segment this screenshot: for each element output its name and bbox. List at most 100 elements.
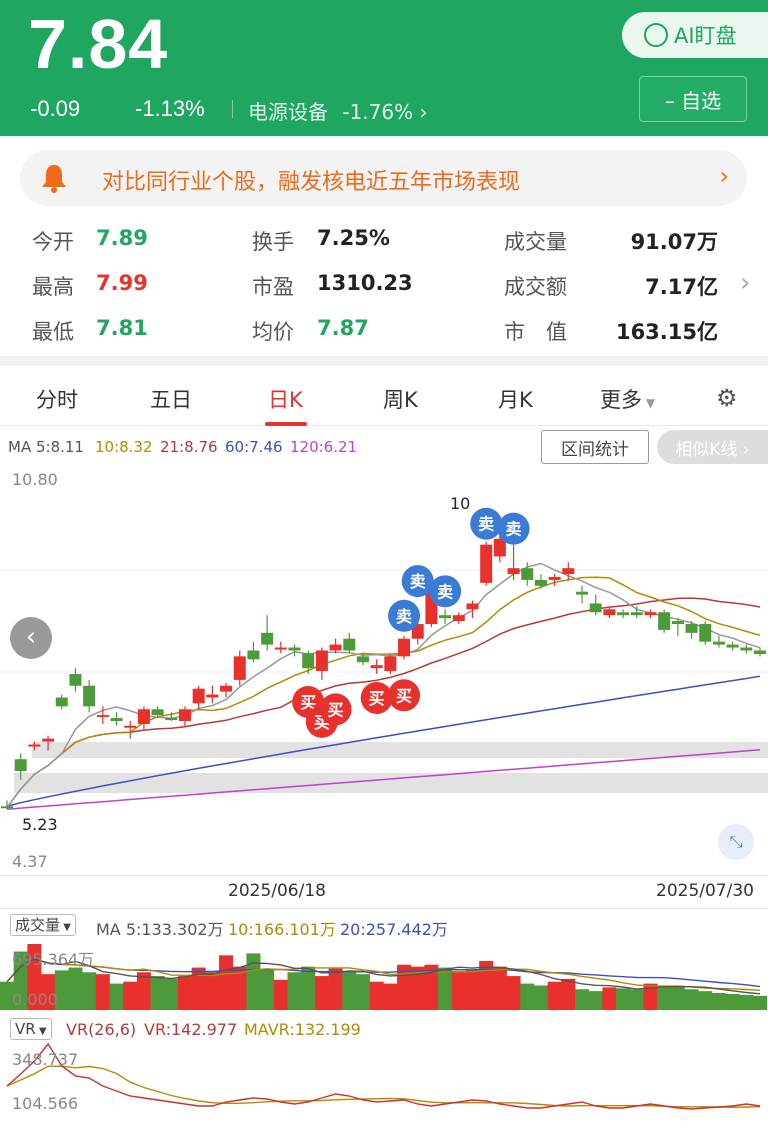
candle — [534, 579, 547, 586]
mavr-value: MAVR:132.199 — [244, 1020, 361, 1039]
ma120-legend: 120:6.21 — [290, 438, 358, 456]
volume-bar — [629, 989, 644, 1010]
volume-bar — [355, 974, 370, 1010]
candle — [261, 632, 274, 645]
tab-daily-k[interactable]: 日K — [268, 384, 303, 414]
caret-down-icon: ▼ — [642, 396, 656, 410]
sell-marker: 卖 — [506, 520, 522, 539]
volume-bar — [739, 994, 754, 1010]
candle — [548, 576, 561, 580]
tab-monthly-k[interactable]: 月K — [498, 384, 533, 414]
tab-more[interactable]: 更多 ▼ — [600, 384, 655, 414]
volume-bar — [287, 972, 302, 1010]
market-cap-label: 市 值 — [504, 320, 567, 344]
ma5-legend: MA 5:8.11 — [8, 438, 84, 456]
chevron-left-icon[interactable]: ‹ — [10, 617, 52, 659]
ai-chart-icon — [644, 23, 668, 47]
volume-bar — [588, 991, 603, 1010]
volume-bar — [123, 981, 138, 1010]
low-value: 7.81 — [96, 316, 148, 340]
avg-value: 7.87 — [317, 316, 369, 340]
candlestick-chart[interactable]: 买买买买 买卖卖卖卖卖 — [0, 466, 768, 874]
high-value: 7.99 — [96, 271, 148, 295]
candle — [315, 650, 328, 672]
candle — [466, 603, 479, 610]
ai-monitor-label: AI盯盘 — [674, 24, 737, 48]
y-axis-min: 4.37 — [12, 852, 48, 871]
candle — [55, 697, 68, 707]
bell-icon — [42, 165, 66, 193]
candle — [192, 688, 205, 704]
fullscreen-icon[interactable]: ⤡ — [718, 824, 754, 860]
volume-selector[interactable]: 成交量 ▼ — [10, 914, 76, 936]
candle — [165, 718, 178, 721]
chevron-right-icon[interactable]: › — [740, 268, 750, 298]
volume-bar — [684, 989, 699, 1010]
vr-selector[interactable]: VR ▼ — [10, 1018, 52, 1040]
candle — [370, 665, 383, 669]
pe-label: 市盈 — [252, 275, 294, 299]
vr-y-min: 104.566 — [12, 1094, 79, 1113]
volume-bar — [711, 993, 726, 1010]
price-change: -0.09 — [30, 96, 81, 121]
candle — [1, 806, 13, 809]
gear-icon[interactable]: ⚙ — [716, 384, 738, 412]
price-change-pct: -1.13% — [135, 96, 205, 121]
vr-chart — [6, 1042, 761, 1110]
volume-value: 91.07万 — [630, 230, 718, 254]
candle — [685, 624, 698, 633]
ma60-legend: 60:7.46 — [225, 438, 283, 456]
tab-weekly-k[interactable]: 周K — [383, 384, 418, 414]
support-band — [32, 742, 768, 758]
buy-marker: 买 — [369, 689, 385, 708]
volume-bar — [657, 985, 672, 1010]
volume-bar — [273, 979, 288, 1010]
candle — [726, 644, 739, 648]
volume-bar — [561, 978, 576, 1010]
alert-banner[interactable]: 对比同行业个股，融发核电近五年市场表现 › — [20, 150, 747, 206]
low-marker-label: 5.23 — [22, 815, 58, 834]
candle — [754, 650, 766, 655]
open-value: 7.89 — [96, 226, 148, 250]
turnover-value: 7.25% — [317, 226, 390, 250]
ma10-legend: 10:8.32 — [95, 438, 153, 456]
ma21-legend: 21:8.76 — [160, 438, 218, 456]
volume-bar — [465, 969, 480, 1010]
similar-k-button[interactable]: 相似K线 › — [657, 430, 768, 464]
caret-down-icon: ▼ — [60, 922, 71, 933]
quote-header: 7.84 -0.09 -1.13% 电源设备 -1.76% › AI盯盘 – 自… — [0, 0, 768, 136]
open-label: 今开 — [32, 230, 74, 254]
candle — [124, 725, 137, 728]
vr-selector-label: VR — [15, 1020, 36, 1038]
divider — [0, 908, 768, 909]
candle — [507, 568, 520, 575]
candle — [220, 685, 233, 692]
candle — [178, 709, 191, 722]
volume-bar — [725, 993, 740, 1010]
ai-monitor-button[interactable]: AI盯盘 — [622, 12, 768, 58]
candle — [42, 738, 55, 742]
volume-bar — [68, 967, 83, 1010]
tab-intraday[interactable]: 分时 — [36, 384, 78, 414]
candle — [28, 744, 41, 747]
watchlist-button[interactable]: – 自选 — [639, 76, 747, 122]
candle — [658, 612, 671, 630]
candle — [83, 685, 96, 707]
sell-marker: 卖 — [396, 607, 412, 626]
volume-bar — [314, 976, 329, 1010]
sector-name: 电源设备 — [248, 100, 328, 124]
range-stats-button[interactable]: 区间统计 — [541, 430, 649, 464]
amount-value: 7.17亿 — [645, 275, 718, 299]
candle — [439, 615, 452, 619]
tab-five-day[interactable]: 五日 — [150, 384, 192, 414]
sector-link[interactable]: 电源设备 -1.76% › — [248, 96, 427, 125]
volume-bar — [205, 972, 220, 1010]
avg-label: 均价 — [252, 320, 294, 344]
candle — [452, 615, 465, 622]
candle — [630, 612, 643, 616]
candle — [671, 621, 684, 625]
candle — [233, 656, 246, 680]
volume-chart — [0, 944, 767, 1010]
volume-bar — [547, 981, 562, 1010]
volume-bar — [575, 989, 590, 1010]
